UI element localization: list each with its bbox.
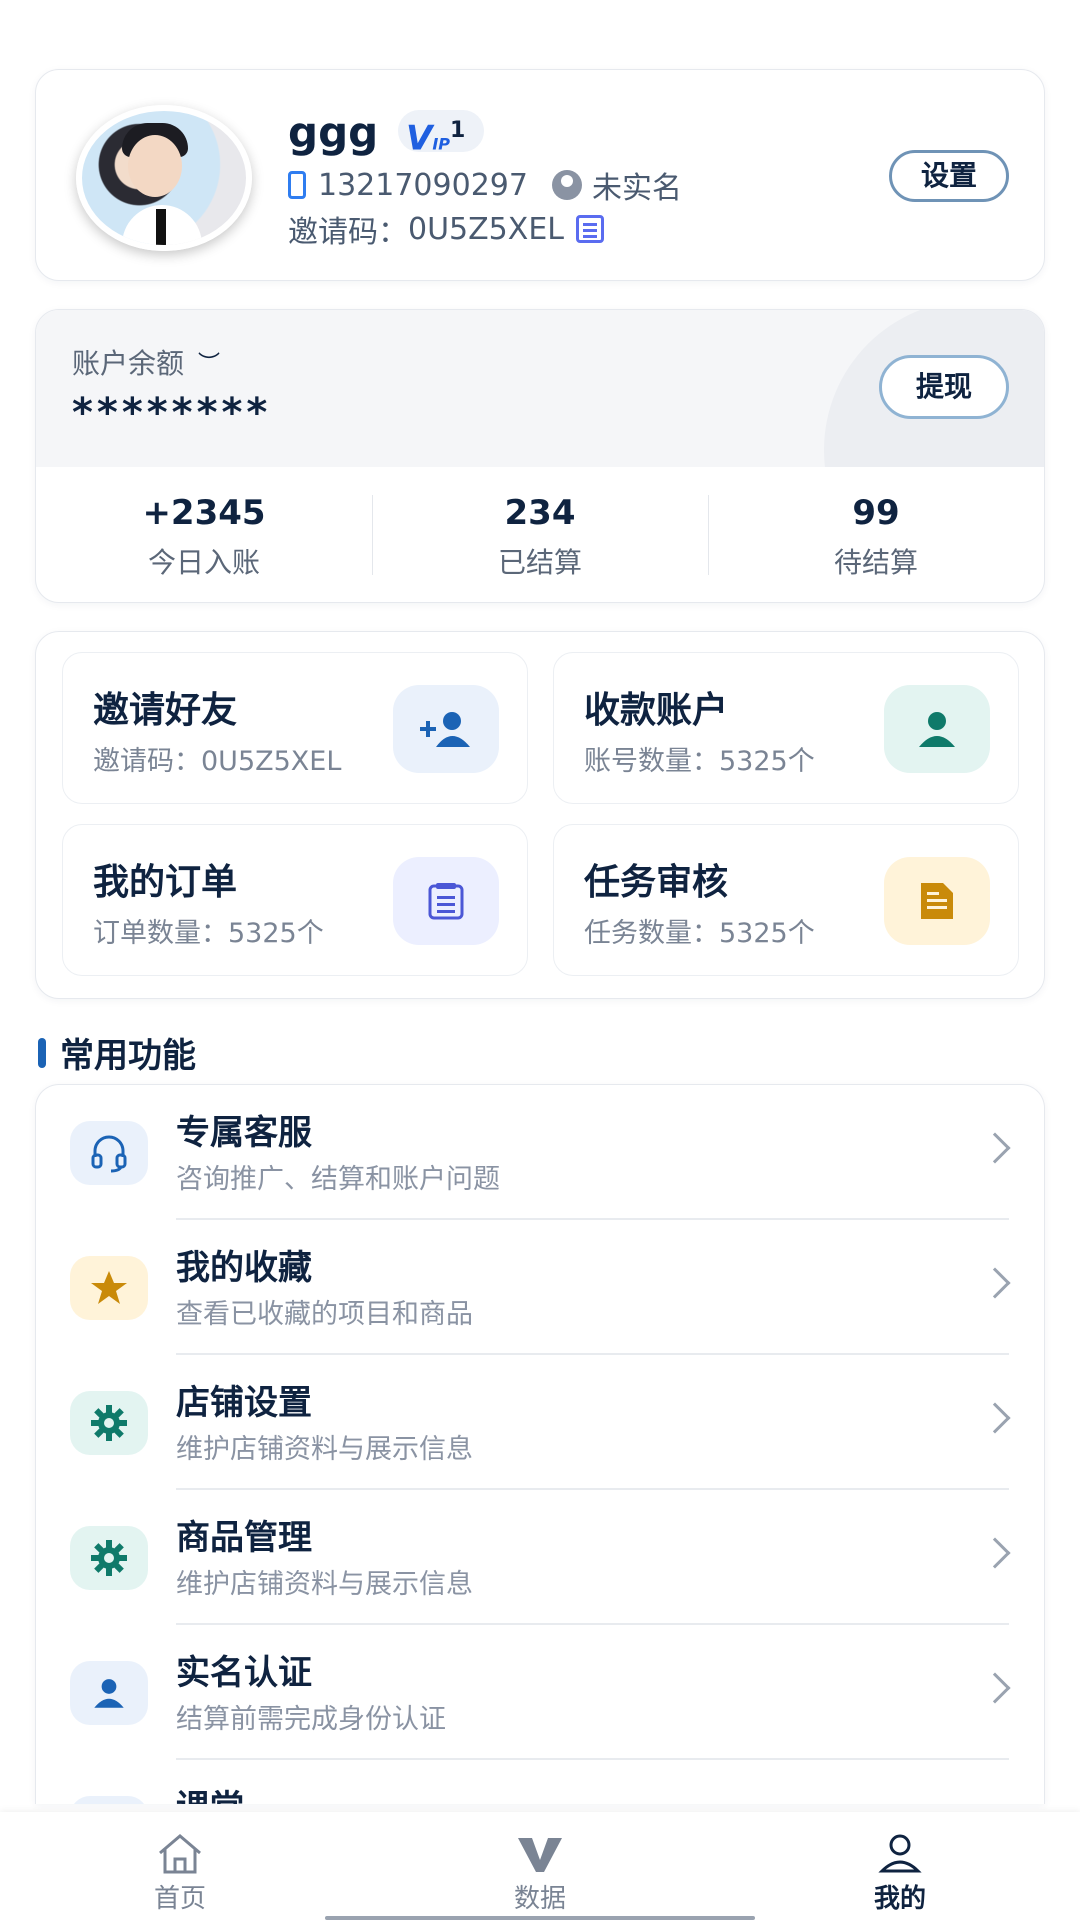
balance-card: 账户余额 ︶ ******** 提现 +2345 今日入账 234 已结算 99…: [35, 309, 1045, 603]
withdraw-button[interactable]: 提现: [879, 355, 1009, 419]
bottom-nav: 首页 数据 我的: [0, 1812, 1080, 1920]
list-item-product-management[interactable]: 商品管理 维护店铺资料与展示信息: [36, 1490, 1044, 1625]
document-icon: [884, 857, 990, 945]
list-item-real-name-auth[interactable]: 实名认证 结算前需完成身份认证: [36, 1625, 1044, 1760]
chevron-right-icon: [979, 1672, 1011, 1704]
add-user-icon: [393, 685, 499, 773]
invite-label: 邀请码：: [288, 215, 408, 250]
settings-button[interactable]: 设置: [889, 150, 1009, 202]
list-item-customer-service[interactable]: 专属客服 咨询推广、结算和账户问题: [36, 1085, 1044, 1220]
quick-my-orders[interactable]: 我的订单 订单数量：5325个: [62, 824, 528, 976]
chevron-right-icon: [979, 1132, 1011, 1164]
phone-row: 13217090297 未实名: [288, 163, 682, 207]
person-icon: [70, 1661, 148, 1725]
nav-data[interactable]: 数据: [360, 1812, 720, 1920]
home-indicator: [325, 1916, 755, 1920]
balance-stats: +2345 今日入账 234 已结算 99 待结算: [36, 467, 1044, 602]
stat-today[interactable]: +2345 今日入账: [36, 467, 372, 602]
book-icon: [70, 1796, 148, 1804]
chevron-right-icon: [979, 1537, 1011, 1569]
balance-header: 账户余额 ︶ ******** 提现: [36, 310, 1044, 467]
nav-mine[interactable]: 我的: [720, 1812, 1080, 1920]
chevron-right-icon: [979, 1402, 1011, 1434]
quick-payment-account[interactable]: 收款账户 账号数量：5325个: [553, 652, 1019, 804]
phone-number: 13217090297: [318, 167, 528, 203]
list-item-classroom[interactable]: 课堂: [36, 1760, 1044, 1804]
vip-badge: VIP1: [398, 110, 484, 158]
phone-icon: [288, 171, 306, 199]
person-icon: [884, 685, 990, 773]
v-logo-icon: [360, 1832, 720, 1876]
balance-value: ********: [72, 390, 272, 436]
invite-row: 邀请码： 0U5Z5XEL: [288, 207, 604, 251]
nav-home[interactable]: 首页: [0, 1812, 360, 1920]
quick-task-review[interactable]: 任务审核 任务数量：5325个: [553, 824, 1019, 976]
user-icon: [720, 1832, 1080, 1876]
profile-card: ggg VIP1 13217090297 未实名 邀请码： 0U5Z5XEL 设…: [35, 69, 1045, 281]
list-item-shop-settings[interactable]: 店铺设置 维护店铺资料与展示信息: [36, 1355, 1044, 1490]
balance-label: 账户余额 ︶: [72, 346, 220, 380]
gear-icon: [70, 1526, 148, 1590]
quick-invite-friends[interactable]: 邀请好友 邀请码：0U5Z5XEL: [62, 652, 528, 804]
home-icon: [0, 1832, 360, 1876]
verify-status: 未实名: [591, 171, 682, 206]
chevron-right-icon: [979, 1267, 1011, 1299]
person-icon: [551, 170, 582, 200]
section-title: 常用功能: [38, 1028, 196, 1077]
username: ggg: [288, 108, 379, 157]
eye-closed-icon[interactable]: ︶: [198, 346, 220, 378]
gear-icon: [70, 1391, 148, 1455]
headset-icon: [70, 1121, 148, 1185]
star-icon: [70, 1256, 148, 1320]
list-item-favorites[interactable]: 我的收藏 查看已收藏的项目和商品: [36, 1220, 1044, 1355]
quick-actions-card: 邀请好友 邀请码：0U5Z5XEL 收款账户 账号数量：5325个 我的订单 订…: [35, 631, 1045, 999]
copy-icon[interactable]: [576, 215, 604, 243]
stat-pending[interactable]: 99 待结算: [708, 467, 1044, 602]
stat-settled[interactable]: 234 已结算: [372, 467, 708, 602]
avatar[interactable]: [76, 105, 252, 251]
list-icon: [393, 857, 499, 945]
invite-code: 0U5Z5XEL: [408, 211, 564, 247]
function-list: 专属客服 咨询推广、结算和账户问题 我的收藏 查看已收藏的项目和商品 店铺设置 …: [35, 1084, 1045, 1804]
